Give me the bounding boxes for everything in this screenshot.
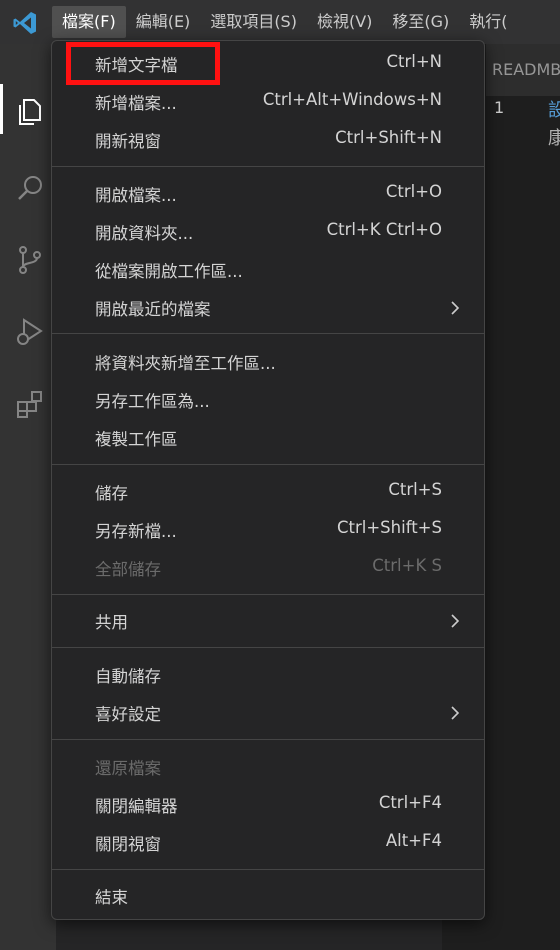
- menu-view[interactable]: 檢視(V): [307, 6, 382, 38]
- menu-item-open-workspace-from-file[interactable]: 從檔案開啟工作區...: [52, 252, 484, 288]
- menu-item-label: 關閉編輯器: [95, 797, 178, 816]
- menu-item-open-recent[interactable]: 開啟最近的檔案: [52, 290, 484, 326]
- menu-item-share[interactable]: 共用: [52, 603, 484, 639]
- editor-tab-readme[interactable]: READMB: [486, 44, 560, 96]
- menu-file[interactable]: 檔案(F): [52, 6, 126, 38]
- title-bar: 檔案(F) 編輯(E) 選取項目(S) 檢視(V) 移至(G) 執行(: [0, 0, 560, 44]
- menu-separator: [52, 594, 484, 595]
- activity-bar: [0, 44, 56, 950]
- menu-item-label: 開啟資料夾...: [95, 224, 194, 243]
- menu-separator: [52, 166, 484, 167]
- menu-item-shortcut: Ctrl+S: [388, 480, 442, 499]
- menu-item-label: 另存工作區為...: [95, 392, 210, 411]
- active-indicator: [0, 84, 3, 134]
- menu-item-revert-file: 還原檔案: [52, 749, 484, 785]
- menu-item-shortcut: Ctrl+F4: [378, 793, 442, 812]
- menu-separator: [52, 869, 484, 870]
- extensions-icon[interactable]: [14, 388, 46, 420]
- menu-item-label: 喜好設定: [95, 705, 161, 724]
- code-text[interactable]: 設: [548, 96, 560, 122]
- menu-item-save[interactable]: 儲存 Ctrl+S: [52, 474, 484, 510]
- menu-item-shortcut: Ctrl+N: [386, 52, 442, 71]
- code-text-line-2[interactable]: 康: [548, 124, 560, 150]
- menu-selection[interactable]: 選取項目(S): [200, 6, 307, 38]
- menu-item-shortcut: Ctrl+Shift+S: [337, 518, 442, 537]
- menu-edit[interactable]: 編輯(E): [126, 6, 201, 38]
- menu-item-label: 自動儲存: [95, 667, 161, 686]
- menu-item-label: 從檔案開啟工作區...: [95, 262, 243, 281]
- menu-separator: [52, 464, 484, 465]
- menu-item-label: 開新視窗: [95, 132, 161, 151]
- menu-separator: [52, 647, 484, 648]
- menu-item-label: 新增文字檔: [95, 56, 178, 75]
- menu-item-label: 將資料夾新增至工作區...: [95, 354, 276, 373]
- menu-item-label: 儲存: [95, 484, 128, 503]
- menu-item-add-folder-to-workspace[interactable]: 將資料夾新增至工作區...: [52, 344, 484, 380]
- menu-item-preferences[interactable]: 喜好設定: [52, 695, 484, 731]
- line-number: 1: [494, 98, 505, 117]
- menu-item-new-window[interactable]: 開新視窗 Ctrl+Shift+N: [52, 122, 484, 158]
- menu-item-close-editor[interactable]: 關閉編輯器 Ctrl+F4: [52, 787, 484, 823]
- menu-item-save-as[interactable]: 另存新檔... Ctrl+Shift+S: [52, 512, 484, 548]
- menu-item-label: 共用: [95, 613, 128, 632]
- chevron-right-icon: [451, 706, 460, 720]
- search-icon[interactable]: [14, 172, 46, 204]
- menu-item-shortcut: Ctrl+O: [385, 182, 442, 201]
- menu-item-open-folder[interactable]: 開啟資料夾... Ctrl+K Ctrl+O: [52, 214, 484, 250]
- menu-item-label: 新增檔案...: [95, 94, 177, 113]
- menu-run[interactable]: 執行(: [459, 6, 517, 38]
- menu-item-label: 結束: [95, 888, 128, 907]
- menu-item-label: 開啟最近的檔案: [95, 300, 211, 319]
- menu-separator: [52, 333, 484, 334]
- source-control-icon[interactable]: [14, 244, 46, 276]
- chevron-right-icon: [451, 301, 460, 315]
- menu-item-save-workspace-as[interactable]: 另存工作區為...: [52, 382, 484, 418]
- menu-item-label: 複製工作區: [95, 430, 178, 449]
- menu-item-exit[interactable]: 結束: [52, 878, 484, 914]
- menu-item-save-all: 全部儲存 Ctrl+K S: [52, 550, 484, 586]
- menu-item-shortcut: Alt+F4: [385, 831, 442, 850]
- menu-go[interactable]: 移至(G): [382, 6, 459, 38]
- menu-item-label: 開啟檔案...: [95, 186, 177, 205]
- menu-item-label: 關閉視窗: [95, 835, 161, 854]
- vscode-logo-icon[interactable]: [12, 10, 38, 36]
- menu-item-open-file[interactable]: 開啟檔案... Ctrl+O: [52, 176, 484, 212]
- menu-item-shortcut: Ctrl+K Ctrl+O: [326, 220, 442, 239]
- menu-item-shortcut: Ctrl+Shift+N: [335, 128, 442, 147]
- menu-item-auto-save[interactable]: 自動儲存: [52, 657, 484, 693]
- explorer-icon[interactable]: [14, 96, 46, 128]
- file-menu-dropdown: 新增文字檔 Ctrl+N 新增檔案... Ctrl+Alt+Windows+N …: [51, 40, 485, 920]
- menu-item-label: 全部儲存: [95, 560, 161, 579]
- menu-item-label: 還原檔案: [95, 759, 161, 778]
- run-debug-icon[interactable]: [14, 316, 46, 348]
- menu-item-new-text-file[interactable]: 新增文字檔 Ctrl+N: [52, 46, 484, 82]
- menu-item-close-window[interactable]: 關閉視窗 Alt+F4: [52, 825, 484, 861]
- menu-item-shortcut: Ctrl+Alt+Windows+N: [262, 90, 442, 109]
- menu-item-new-file[interactable]: 新增檔案... Ctrl+Alt+Windows+N: [52, 84, 484, 120]
- menu-bar: 檔案(F) 編輯(E) 選取項目(S) 檢視(V) 移至(G) 執行(: [52, 6, 518, 38]
- menu-item-duplicate-workspace[interactable]: 複製工作區: [52, 420, 484, 456]
- menu-item-shortcut: Ctrl+K S: [372, 556, 442, 575]
- menu-separator: [52, 739, 484, 740]
- menu-item-label: 另存新檔...: [95, 522, 177, 541]
- chevron-right-icon: [451, 614, 460, 628]
